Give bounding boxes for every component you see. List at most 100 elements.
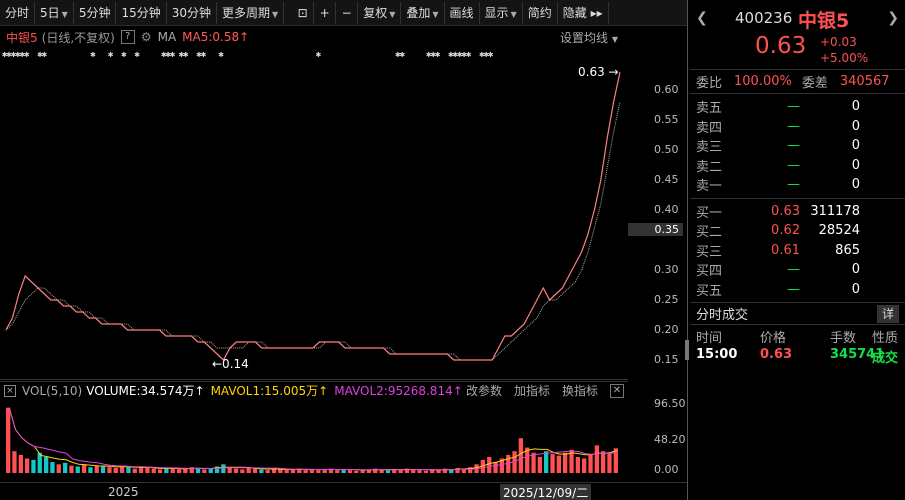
switch-indicator-link[interactable]: 换指标: [562, 382, 598, 399]
volume-bar: [18, 454, 23, 473]
price-tick: 0.25: [654, 293, 679, 306]
prev-stock-icon[interactable]: ❮: [696, 10, 708, 26]
vol-tick: 96.50: [654, 397, 686, 410]
ma-setting-button[interactable]: 设置均线 ▼: [560, 29, 618, 46]
volume-bar: [284, 470, 289, 473]
event-markers[interactable]: ✱✱✱✱✱✱ ✱✱ ✱ ✱ ✱ ✱ ✱✱✱ ✱✱ ✱✱ ✱ ✱ ✱✱ ✱✱✱ ✱…: [2, 50, 622, 60]
close-panel-icon[interactable]: ✕: [610, 384, 624, 398]
price-chart[interactable]: 0.63 → ←0.14: [0, 60, 628, 380]
tab-15min[interactable]: 15分钟: [116, 1, 167, 24]
weibi-value: 100.00%: [734, 74, 792, 89]
hide-button[interactable]: 隐藏 ▸▸: [558, 1, 609, 24]
zoom-out-icon[interactable]: −: [336, 1, 359, 24]
volume-bar: [594, 445, 599, 473]
col-time: 时间: [696, 330, 723, 346]
volume-bar: [82, 464, 87, 473]
price-tick: 0.45: [654, 173, 679, 186]
bid-row: 买五 —0: [690, 280, 905, 300]
tick-row: 15:00 0.63 345741 成交: [690, 347, 905, 367]
chart-period: (日线,不复权): [41, 30, 115, 45]
vol-tick: 48.20: [654, 433, 686, 446]
add-indicator-link[interactable]: 加指标: [514, 382, 550, 399]
ma-label: MA: [157, 30, 177, 44]
price-tick: 0.30: [654, 263, 679, 276]
stock-code: 400236: [735, 9, 793, 27]
ask-label: 卖五: [696, 101, 723, 117]
ticks-title: 分时成交: [696, 308, 749, 323]
adjust-button[interactable]: 复权 ▼: [358, 1, 402, 24]
order-ratio-row: 委比 100.00% 委差 340567: [690, 70, 905, 94]
bid-label: 买三: [696, 244, 723, 260]
volume-bar: [145, 467, 150, 473]
volume-bar: [126, 467, 131, 473]
ticks-detail-button[interactable]: 详: [877, 305, 899, 323]
volume-bar: [278, 469, 283, 473]
mavol1-value: MAVOL1:15.005万↑: [210, 384, 329, 398]
volume-bar: [151, 468, 156, 473]
price-tick: 0.60: [654, 83, 679, 96]
gear-icon[interactable]: ⚙: [141, 30, 152, 44]
tab-30min[interactable]: 30分钟: [167, 1, 218, 24]
collapse-handle[interactable]: [685, 340, 689, 360]
draw-line-button[interactable]: 画线: [445, 1, 480, 24]
toolbar: 分时 5日 ▼ 5分钟 15分钟 30分钟 更多周期 ▼ ⊡ + − 复权 ▼ 叠加 ▼…: [0, 0, 688, 26]
overlay-button[interactable]: 叠加 ▼: [401, 1, 445, 24]
zoom-in-icon[interactable]: +: [314, 1, 337, 24]
vol-tick: 0.00: [654, 463, 679, 476]
volume-bar: [31, 459, 36, 473]
next-stock-icon[interactable]: ❯: [887, 10, 899, 26]
ma5-line: [5, 101, 621, 361]
volume-bar: [259, 469, 264, 473]
unlock-icon[interactable]: ⊡: [292, 1, 315, 24]
volume-bar: [582, 458, 587, 473]
vol-indicator-name: VOL(5,10): [22, 383, 83, 398]
volume-bar: [537, 457, 542, 473]
bid-volume: 0: [851, 281, 860, 297]
volume-bar: [423, 470, 429, 473]
volume-bar: [613, 448, 618, 473]
tab-timeshare[interactable]: 分时: [0, 1, 36, 24]
price-change-pct: +5.00%: [820, 51, 869, 65]
volume-bar: [208, 468, 213, 473]
close-icon[interactable]: ×: [4, 384, 16, 397]
bid-row: 买二 0.62 28524: [690, 221, 905, 241]
bid-label: 买五: [696, 283, 723, 299]
volume-bar: [398, 470, 403, 473]
bid-row: 买三 0.61 865: [690, 241, 905, 261]
edit-params-link[interactable]: 改参数: [466, 382, 502, 399]
current-price: 0.63: [755, 33, 807, 59]
volume-bar: [63, 462, 68, 473]
ask-label: 卖一: [696, 179, 723, 195]
col-volume: 手数: [830, 330, 857, 346]
volume-chart[interactable]: [0, 399, 628, 481]
tab-5day[interactable]: 5日 ▼: [35, 1, 74, 24]
chevron-down-icon: ▼: [272, 9, 279, 19]
hide-label: 隐藏: [562, 5, 587, 20]
simple-button[interactable]: 简约: [523, 1, 558, 24]
tab-more-periods[interactable]: 更多周期 ▼: [217, 1, 285, 24]
price-axis: 0.60 0.55 0.50 0.45 0.40 0.35 0.30 0.25 …: [628, 60, 683, 380]
tab-5day-label: 5日: [40, 5, 60, 20]
bid-book: 买一 0.63 311178 买二 0.62 28524 买三 0.61 865 买四 —0 …: [690, 199, 905, 303]
display-button[interactable]: 显示 ▼: [480, 1, 523, 24]
high-marker: 0.63 →: [578, 65, 619, 79]
volume-bar: [44, 457, 49, 473]
volume-bar: [75, 466, 80, 473]
bid-row: 买四 —0: [690, 260, 905, 280]
ask-row: 卖一 —0: [690, 175, 905, 195]
ticks-columns: 时间 价格 手数 性质: [690, 325, 905, 347]
tick-price: 0.63: [760, 347, 793, 362]
tab-5min[interactable]: 5分钟: [74, 1, 117, 24]
ask-volume: 0: [851, 157, 860, 173]
volume-bar: [56, 464, 61, 473]
volume-bar: [385, 470, 391, 473]
help-icon[interactable]: ?: [120, 30, 135, 44]
weicha-value: 340567: [839, 74, 890, 89]
bid-volume: 311178: [810, 203, 860, 219]
ask-volume: 0: [851, 99, 860, 115]
volume-bar: [303, 470, 308, 473]
volume-bar: [265, 470, 270, 473]
volume-bar: [531, 452, 536, 473]
volume-bar: [436, 470, 441, 473]
price-change: +0.03: [820, 35, 857, 49]
